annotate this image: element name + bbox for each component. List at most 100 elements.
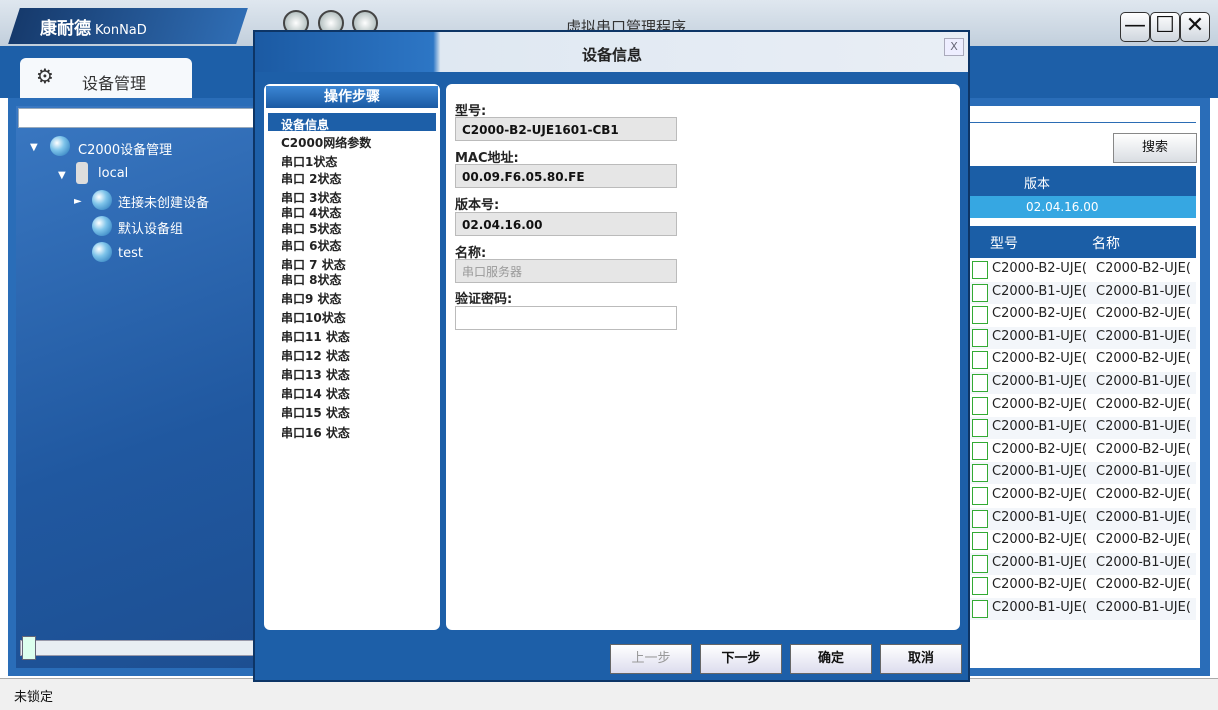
table-row[interactable]: C2000-B1-UJE( C2000-B1-UJE( bbox=[968, 417, 1196, 440]
cell-name: C2000-B1-UJE( bbox=[1096, 509, 1191, 525]
cell-name: C2000-B1-UJE( bbox=[1096, 328, 1191, 344]
table-row[interactable]: C2000-B2-UJE( C2000-B2-UJE( bbox=[968, 530, 1196, 553]
table-row[interactable]: C2000-B2-UJE(C2000-B2-UJE( bbox=[968, 259, 1196, 281]
step-item[interactable]: 串口9 状态 bbox=[281, 290, 342, 307]
close-button[interactable]: ✕ bbox=[1180, 12, 1210, 42]
step-item[interactable]: C2000网络参数 bbox=[281, 134, 371, 151]
row-checkbox[interactable] bbox=[972, 577, 988, 596]
dialog-close-button[interactable]: X bbox=[944, 38, 964, 56]
table-row[interactable]: C2000-B2-UJE( C2000-B2-UJE( bbox=[968, 304, 1196, 327]
column-header-model[interactable]: 型号 bbox=[990, 233, 1018, 253]
model-field: C2000-B2-UJE1601-CB1 bbox=[455, 117, 677, 141]
minimize-button[interactable]: — bbox=[1120, 12, 1150, 42]
cell-name: C2000-B2-UJE( bbox=[1096, 306, 1191, 322]
step-item[interactable]: 串口 6状态 bbox=[281, 237, 342, 254]
row-checkbox[interactable] bbox=[972, 374, 988, 392]
step-item[interactable]: 串口13 状态 bbox=[281, 366, 350, 383]
table-row[interactable]: C2000-B1-UJE(C2000-B1-UJE( bbox=[968, 372, 1196, 394]
tree-filter-input[interactable] bbox=[18, 108, 256, 128]
row-checkbox[interactable] bbox=[972, 419, 988, 438]
tree-item[interactable]: test bbox=[118, 246, 143, 261]
cell-model: C2000-B2-UJE( bbox=[992, 396, 1087, 412]
cell-model: C2000-B2-UJE( bbox=[992, 487, 1087, 502]
table-row[interactable]: C2000-B1-UJE(C2000-B1-UJE( bbox=[968, 281, 1196, 304]
tree-root[interactable]: C2000设备管理 bbox=[78, 139, 172, 158]
cell-name: C2000-B1-UJE( bbox=[1096, 283, 1191, 299]
logo-name: 康耐德 bbox=[40, 19, 91, 39]
expand-arrow-icon[interactable]: ▼ bbox=[58, 170, 66, 181]
cancel-button[interactable]: 取消 bbox=[880, 644, 962, 674]
logo: 康耐德 KonNaD bbox=[40, 14, 147, 39]
row-checkbox[interactable] bbox=[972, 306, 988, 325]
ok-button[interactable]: 确定 bbox=[790, 644, 872, 674]
row-checkbox[interactable] bbox=[972, 351, 988, 370]
globe-icon bbox=[92, 242, 112, 262]
device-table-header: 型号 名称 bbox=[968, 226, 1196, 258]
row-checkbox[interactable] bbox=[972, 600, 988, 618]
column-header-name[interactable]: 名称 bbox=[1092, 233, 1120, 253]
step-item[interactable]: 串口 4状态 bbox=[281, 204, 342, 221]
mac-field: 00.09.F6.05.80.FE bbox=[455, 164, 677, 188]
row-checkbox[interactable] bbox=[972, 464, 988, 483]
row-checkbox[interactable] bbox=[972, 261, 988, 279]
row-checkbox[interactable] bbox=[972, 487, 988, 505]
step-item[interactable]: 串口 2状态 bbox=[281, 170, 342, 187]
table-row[interactable]: C2000-B2-UJE(C2000-B2-UJE( bbox=[968, 349, 1196, 372]
row-checkbox[interactable] bbox=[972, 509, 988, 528]
step-item[interactable]: 串口12 状态 bbox=[281, 347, 350, 364]
step-item[interactable]: 串口15 状态 bbox=[281, 404, 350, 421]
cell-model: C2000-B2-UJE( bbox=[992, 306, 1087, 322]
cell-model: C2000-B1-UJE( bbox=[992, 419, 1087, 435]
step-item[interactable]: 串口11 状态 bbox=[281, 328, 350, 345]
table-row[interactable]: C2000-B2-UJE( C2000-B2-UJE( bbox=[968, 439, 1196, 462]
table-row[interactable]: C2000-B1-UJE( C2000-B1-UJE( bbox=[968, 598, 1196, 620]
logo-brand: KonNaD bbox=[95, 23, 147, 38]
tree-item[interactable]: 连接未创建设备 bbox=[118, 192, 209, 211]
password-field[interactable] bbox=[455, 306, 677, 330]
row-checkbox[interactable] bbox=[972, 532, 988, 551]
step-item[interactable]: 串口16 状态 bbox=[281, 424, 350, 441]
cell-model: C2000-B2-UJE( bbox=[992, 441, 1087, 457]
row-checkbox[interactable] bbox=[972, 554, 988, 573]
slider-thumb[interactable] bbox=[22, 636, 36, 660]
table-row[interactable]: C2000-B1-UJE(C2000-B1-UJE( bbox=[968, 552, 1196, 575]
cell-model: C2000-B1-UJE( bbox=[992, 600, 1087, 615]
expand-arrow-icon[interactable]: ▼ bbox=[30, 142, 38, 153]
horizontal-slider[interactable] bbox=[20, 640, 254, 656]
table-row[interactable]: C2000-B1-UJE(C2000-B1-UJE( bbox=[968, 507, 1196, 530]
cell-name: C2000-B2-UJE( bbox=[1096, 441, 1191, 457]
maximize-button[interactable]: ☐ bbox=[1150, 12, 1180, 42]
table-row[interactable]: C2000-B2-UJE(C2000-B2-UJE( bbox=[968, 485, 1196, 507]
version-value: 02.04.16.00 bbox=[1026, 200, 1099, 214]
step-item[interactable]: 串口 8状态 bbox=[281, 271, 342, 288]
row-checkbox[interactable] bbox=[972, 328, 988, 347]
table-row[interactable]: C2000-B2-UJE(C2000-B2-UJE( bbox=[968, 575, 1196, 598]
step-item[interactable]: 串口 5状态 bbox=[281, 220, 342, 237]
globe-icon bbox=[92, 216, 112, 236]
collapse-arrow-icon[interactable]: ► bbox=[74, 196, 82, 207]
step-item[interactable]: 串口10状态 bbox=[281, 309, 346, 326]
cell-name: C2000-B2-UJE( bbox=[1096, 396, 1191, 412]
tree-item[interactable]: 默认设备组 bbox=[118, 218, 183, 237]
table-row[interactable]: C2000-B1-UJE(C2000-B1-UJE( bbox=[968, 462, 1196, 485]
cell-name: C2000-B1-UJE( bbox=[1096, 419, 1191, 435]
table-row[interactable]: C2000-B1-UJE(C2000-B1-UJE( bbox=[968, 326, 1196, 349]
table-row[interactable]: C2000-B2-UJE( C2000-B2-UJE( bbox=[968, 394, 1196, 417]
row-checkbox[interactable] bbox=[972, 283, 988, 302]
prev-step-button[interactable]: 上一步 bbox=[610, 644, 692, 674]
name-field[interactable]: 串口服务器 bbox=[455, 259, 677, 283]
selected-row[interactable]: 02.04.16.00 bbox=[968, 196, 1196, 218]
row-checkbox[interactable] bbox=[972, 396, 988, 415]
tree-item-local[interactable]: local bbox=[98, 166, 128, 181]
cell-name: C2000-B1-UJE( bbox=[1096, 374, 1191, 389]
search-button[interactable]: 搜索 bbox=[1113, 133, 1197, 163]
cell-name: C2000-B1-UJE( bbox=[1096, 600, 1191, 615]
step-item[interactable]: 串口14 状态 bbox=[281, 385, 350, 402]
cell-model: C2000-B2-UJE( bbox=[992, 532, 1087, 548]
cell-name: C2000-B2-UJE( bbox=[1096, 532, 1191, 548]
steps-header: 操作步骤 bbox=[266, 86, 438, 108]
next-step-button[interactable]: 下一步 bbox=[700, 644, 782, 674]
row-checkbox[interactable] bbox=[972, 441, 988, 460]
step-item[interactable]: 串口1状态 bbox=[281, 153, 337, 170]
step-item[interactable]: 设备信息 bbox=[281, 116, 329, 133]
